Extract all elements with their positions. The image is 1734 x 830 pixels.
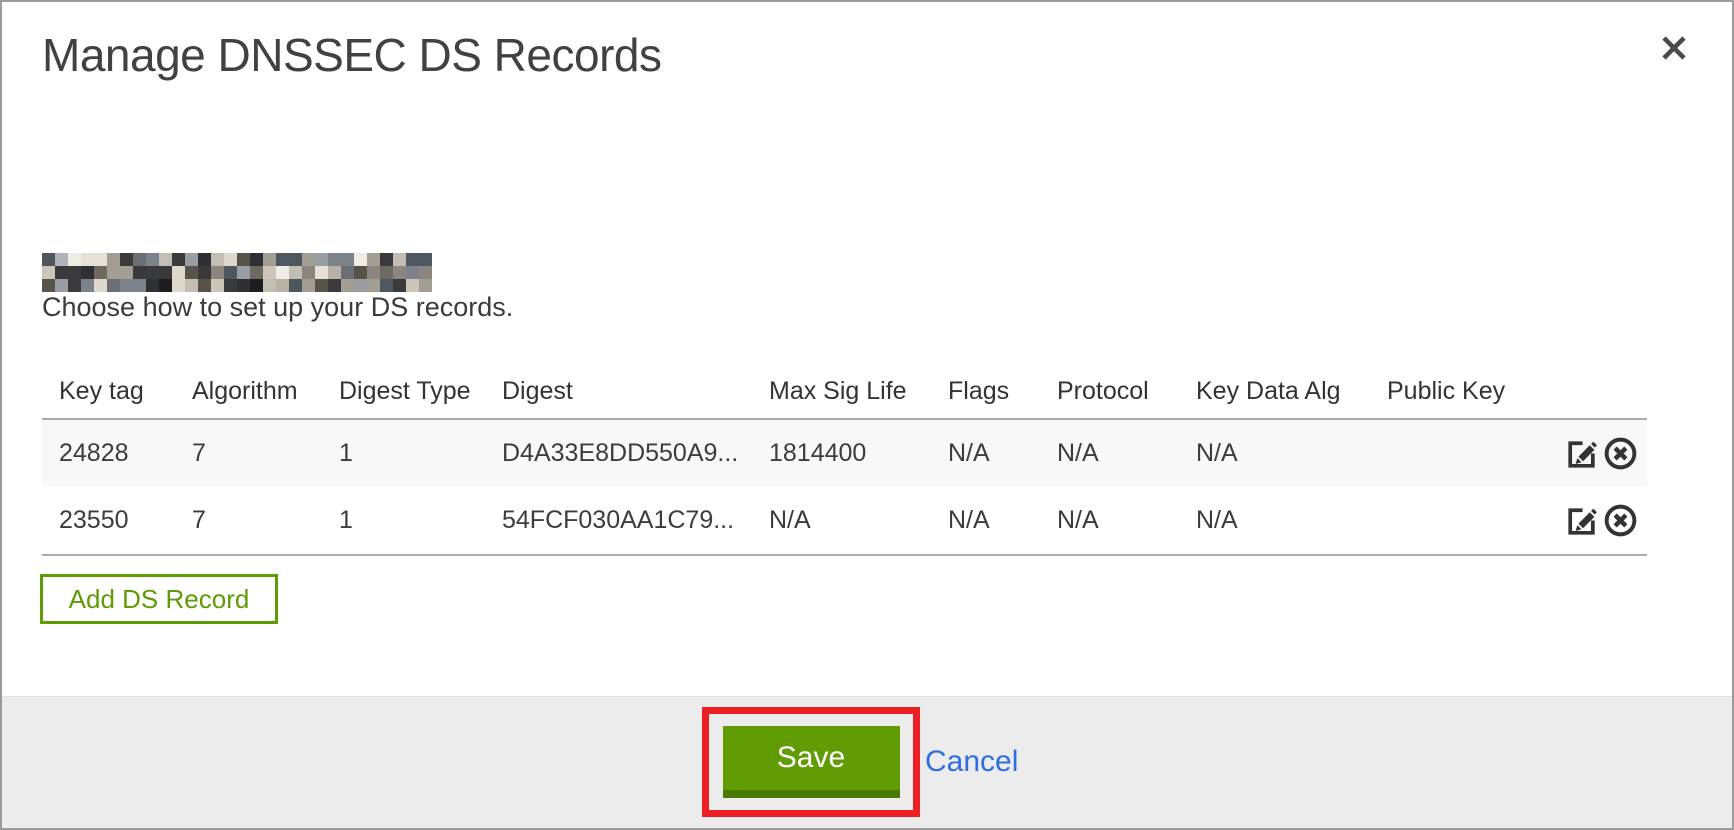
- delete-record-button[interactable]: [1602, 502, 1639, 539]
- cell-protocol: N/A: [1057, 506, 1196, 535]
- header-digest-type: Digest Type: [339, 377, 502, 406]
- header-key-data-alg: Key Data Alg: [1196, 377, 1387, 406]
- redacted-domain-name: [42, 253, 432, 292]
- delete-record-button[interactable]: [1602, 435, 1639, 472]
- ds-records-table: Key tag Algorithm Digest Type Digest Max…: [42, 364, 1647, 556]
- edit-record-button[interactable]: [1562, 435, 1599, 472]
- cell-digest: 54FCF030AA1C79...: [502, 506, 769, 535]
- header-protocol: Protocol: [1057, 377, 1196, 406]
- cancel-link[interactable]: Cancel: [925, 745, 1018, 779]
- manage-dnssec-modal: Manage DNSSEC DS Records Choose how to s…: [0, 0, 1734, 830]
- edit-pencil-square-icon: [1562, 435, 1599, 472]
- cell-digest-type: 1: [339, 506, 502, 535]
- close-icon: [1660, 34, 1688, 62]
- modal-footer: Save Cancel: [2, 696, 1732, 828]
- edit-pencil-square-icon: [1562, 502, 1599, 539]
- cell-digest-type: 1: [339, 439, 502, 468]
- cell-protocol: N/A: [1057, 439, 1196, 468]
- cell-algorithm: 7: [192, 506, 339, 535]
- header-flags: Flags: [948, 377, 1057, 406]
- x-circle-icon: [1602, 435, 1639, 472]
- table-bottom-rule: [42, 554, 1647, 556]
- close-button[interactable]: [1658, 32, 1690, 64]
- header-public-key: Public Key: [1387, 377, 1547, 406]
- cell-flags: N/A: [948, 506, 1057, 535]
- red-highlight-annotation: Save: [702, 707, 920, 817]
- header-digest: Digest: [502, 377, 769, 406]
- cell-key-data-alg: N/A: [1196, 506, 1387, 535]
- cell-key-data-alg: N/A: [1196, 439, 1387, 468]
- cell-algorithm: 7: [192, 439, 339, 468]
- cell-max-sig-life: 1814400: [769, 439, 948, 468]
- cell-key-tag: 23550: [59, 506, 192, 535]
- edit-record-button[interactable]: [1562, 502, 1599, 539]
- table-row: 23550 7 1 54FCF030AA1C79... N/A N/A N/A …: [42, 486, 1647, 554]
- cell-max-sig-life: N/A: [769, 506, 948, 535]
- cell-flags: N/A: [948, 439, 1057, 468]
- header-key-tag: Key tag: [59, 377, 192, 406]
- header-max-sig-life: Max Sig Life: [769, 377, 948, 406]
- add-ds-record-button[interactable]: Add DS Record: [40, 574, 278, 624]
- cell-digest: D4A33E8DD550A9...: [502, 439, 769, 468]
- x-circle-icon: [1602, 502, 1639, 539]
- table-row: 24828 7 1 D4A33E8DD550A9... 1814400 N/A …: [42, 418, 1647, 486]
- page-title: Manage DNSSEC DS Records: [42, 28, 661, 82]
- cell-key-tag: 24828: [59, 439, 192, 468]
- instruction-text: Choose how to set up your DS records.: [42, 292, 513, 323]
- save-button[interactable]: Save: [723, 726, 900, 798]
- header-algorithm: Algorithm: [192, 377, 339, 406]
- table-header-row: Key tag Algorithm Digest Type Digest Max…: [42, 364, 1647, 418]
